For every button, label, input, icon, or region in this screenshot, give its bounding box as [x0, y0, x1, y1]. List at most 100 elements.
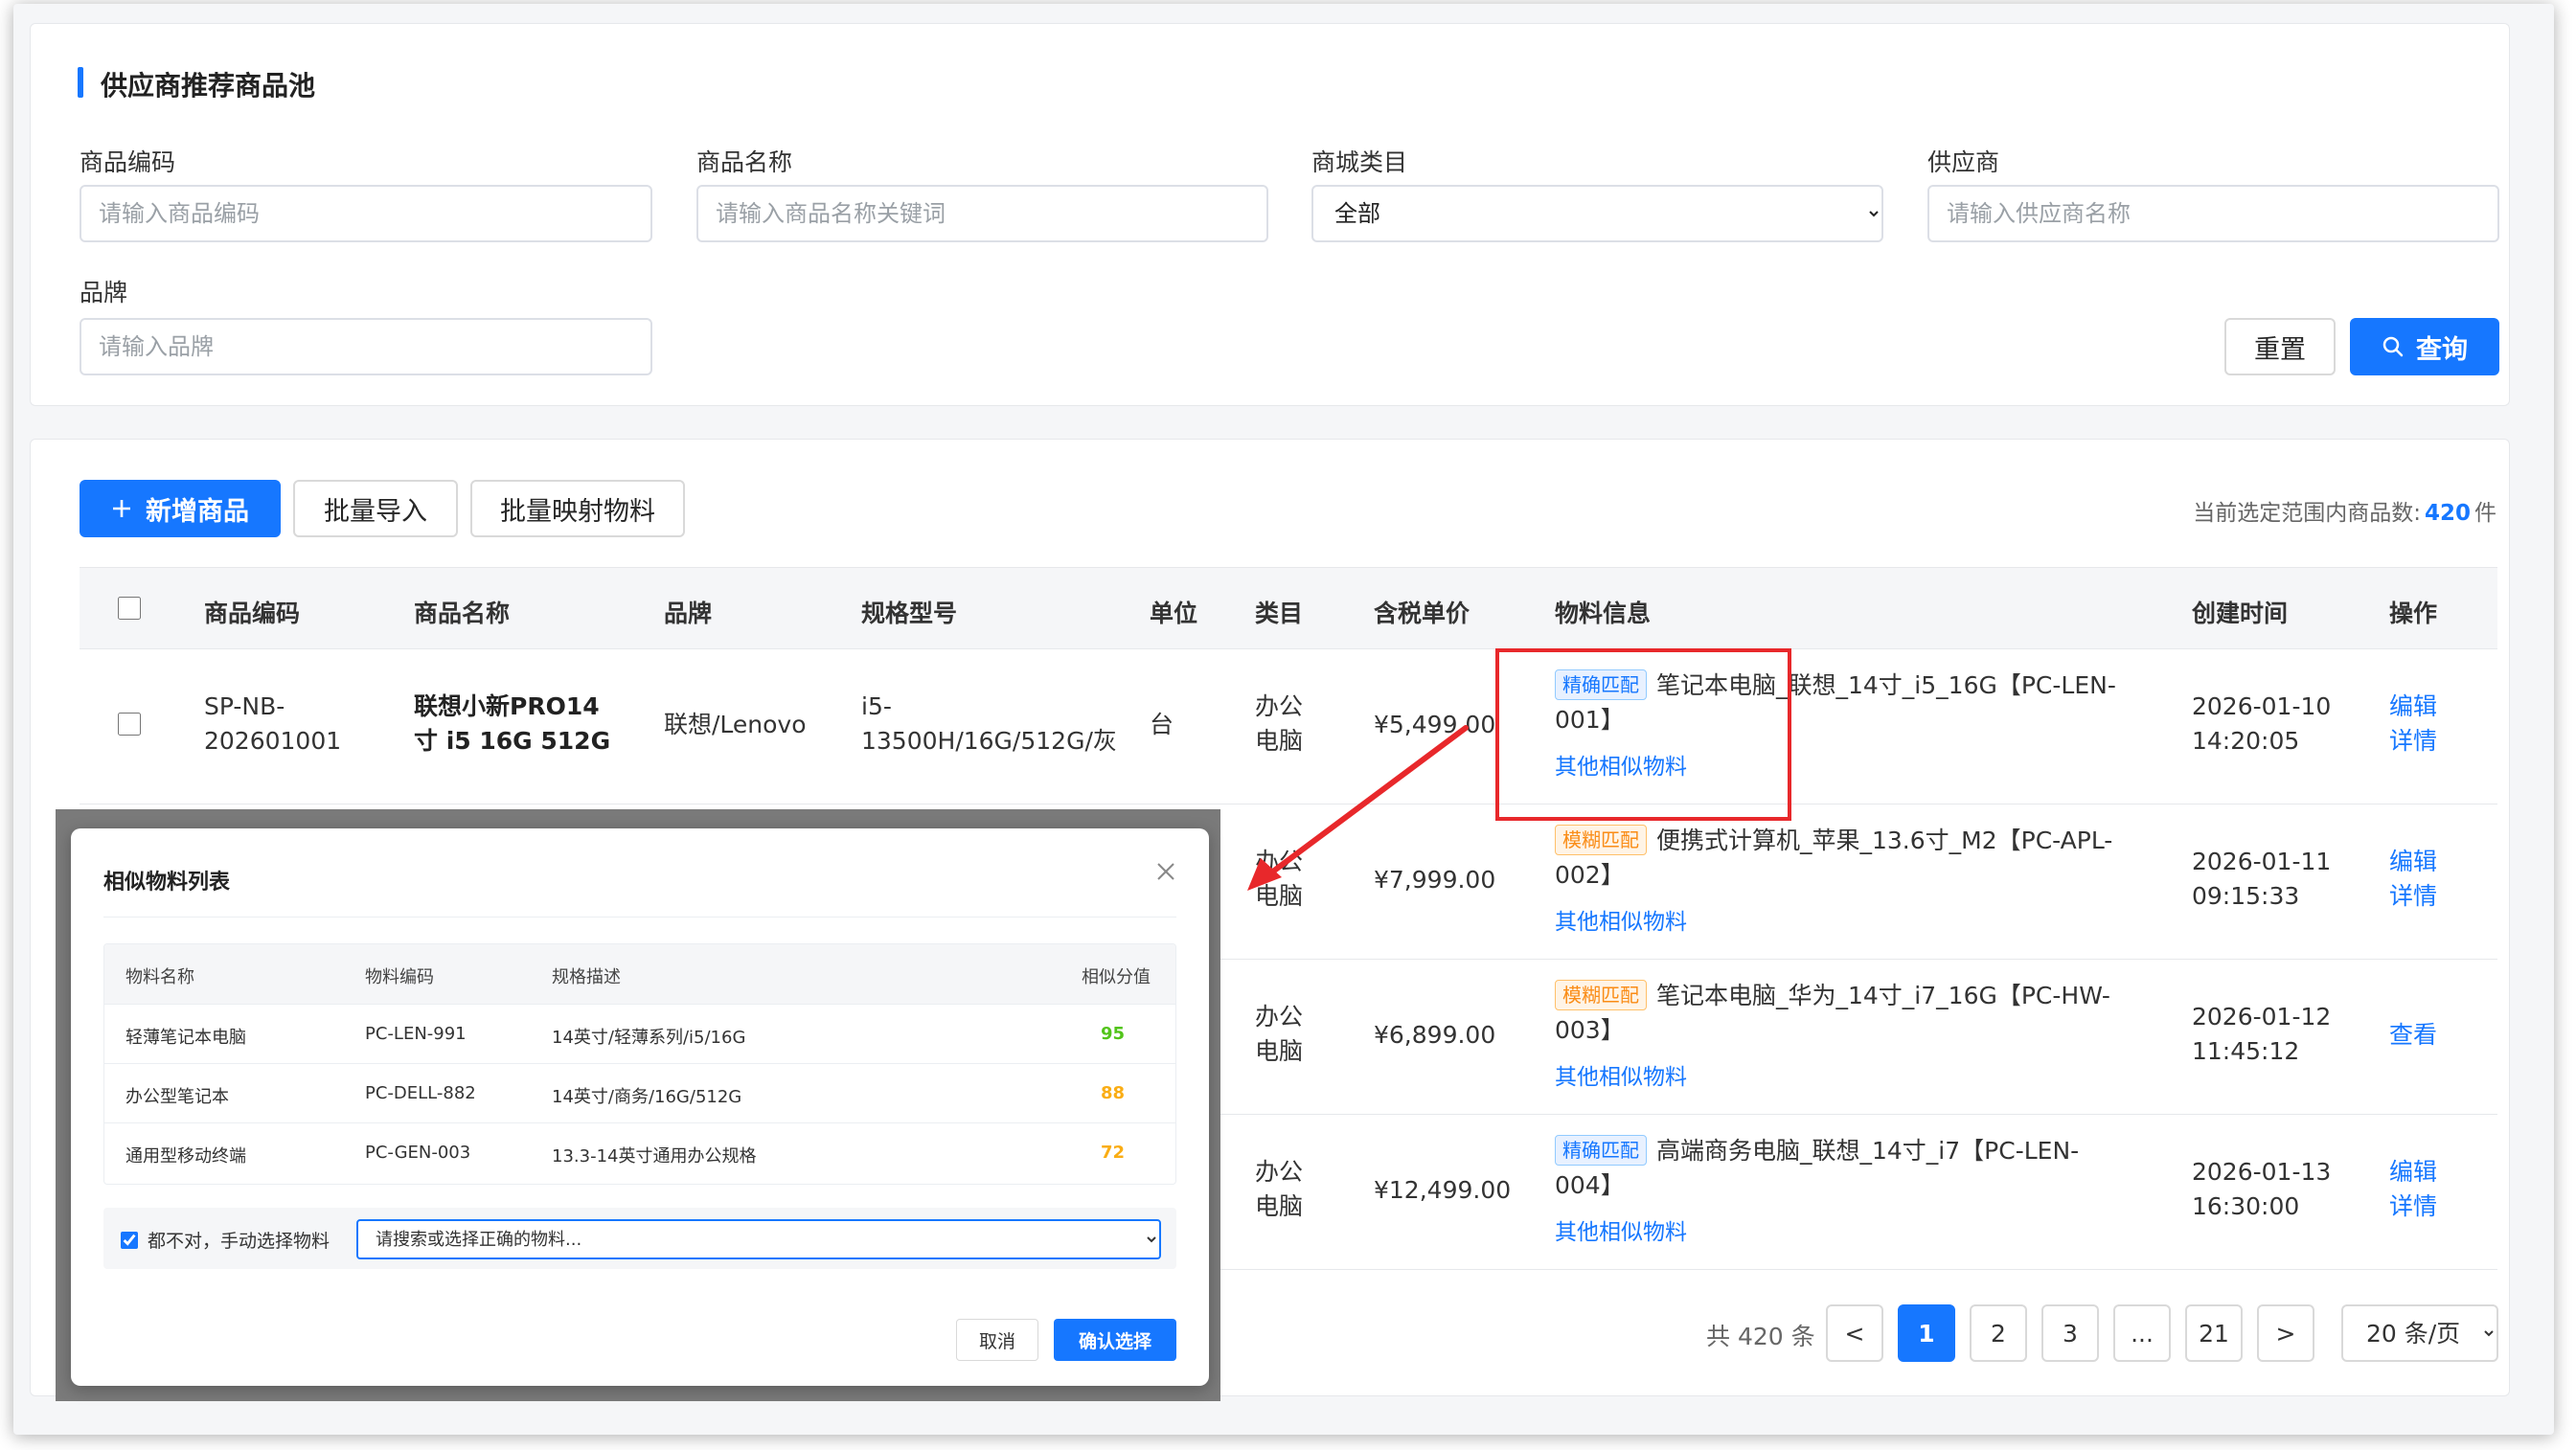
page-button-3[interactable]: 3 — [2041, 1304, 2099, 1362]
detail-link[interactable]: 详情 — [2389, 724, 2437, 759]
col-price: 含税单价 — [1374, 600, 1470, 627]
col-spec-desc: 规格描述 — [552, 967, 621, 987]
similar-material-row[interactable]: 通用型移动终端 PC-GEN-003 13.3-14英寸通用办公规格 72 — [104, 1122, 1175, 1182]
brand-filter-label: 品牌 — [80, 279, 128, 306]
row-price: ¥6,899.00 — [1374, 1021, 1496, 1049]
similar-material-row[interactable]: 办公型笔记本 PC-DELL-882 14英寸/商务/16G/512G 88 — [104, 1063, 1175, 1122]
batch-import-button[interactable]: 批量导入 — [293, 480, 458, 537]
similar-materials-modal: 相似物料列表 物料名称 物料编码 规格描述 相似分值 轻薄笔记本电脑 PC-LE… — [71, 828, 1209, 1386]
row-actions: 编辑 详情 — [2389, 845, 2437, 914]
row-material: 精确匹配 高端商务电脑_联想_14寸_i7【PC-LEN- 004】 — [1555, 1134, 2079, 1203]
product-count-value: 420 — [2424, 501, 2471, 526]
col-name: 商品名称 — [414, 600, 511, 627]
next-page-button[interactable]: > — [2257, 1304, 2314, 1362]
row-created-date: 2026-01-12 — [2192, 1003, 2332, 1031]
similarity-score: 88 — [1101, 1083, 1126, 1103]
manual-material-select[interactable]: 请搜索或选择正确的物料... — [356, 1219, 1161, 1259]
similar-materials-link[interactable]: 其他相似物料 — [1555, 903, 1687, 936]
row-category-line: 电脑 — [1255, 1192, 1304, 1220]
edit-link[interactable]: 编辑 — [2389, 845, 2437, 879]
material-code-tail: 002】 — [1555, 861, 1625, 889]
batch-map-material-button[interactable]: 批量映射物料 — [470, 480, 685, 537]
pagination-total: 共 420 条 — [1706, 1323, 1815, 1350]
brand-filter-input[interactable] — [80, 318, 652, 375]
col-created: 创建时间 — [2192, 600, 2289, 627]
edit-link[interactable]: 编辑 — [2389, 690, 2437, 724]
detail-link[interactable]: 详情 — [2389, 1189, 2437, 1224]
row-checkbox[interactable] — [118, 713, 141, 736]
row-code-line: 202601001 — [204, 727, 342, 755]
title-accent-bar — [78, 67, 83, 98]
row-created: 2026-01-13 16:30:00 — [2192, 1155, 2331, 1224]
plus-icon — [113, 500, 130, 517]
material-code: PC-GEN-003 — [365, 1143, 471, 1163]
supplier-filter-label: 供应商 — [1927, 148, 2000, 176]
row-unit: 台 — [1150, 711, 1174, 738]
row-created-time: 14:20:05 — [2192, 727, 2300, 755]
page-button-2[interactable]: 2 — [1970, 1304, 2027, 1362]
row-material: 模糊匹配 便携式计算机_苹果_13.6寸_M2【PC-APL- 002】 — [1555, 824, 2112, 893]
product-count-unit: 件 — [2474, 501, 2496, 526]
manual-select-checkbox[interactable] — [121, 1231, 138, 1249]
arrow-annotation — [1247, 725, 1469, 891]
row-spec-line: i5- — [861, 692, 892, 720]
code-filter-input[interactable] — [80, 185, 652, 242]
supplier-filter-input[interactable] — [1927, 185, 2499, 242]
name-filter-label: 商品名称 — [696, 148, 793, 176]
page-size-select[interactable]: 20 条/页 — [2341, 1304, 2498, 1362]
row-code-line: SP-NB- — [204, 692, 285, 720]
manual-select-toggle[interactable]: 都不对，手动选择物料 — [121, 1227, 330, 1253]
row-brand: 联想/Lenovo — [664, 711, 807, 738]
material-spec: 13.3-14英寸通用办公规格 — [552, 1146, 757, 1167]
similar-materials-link[interactable]: 其他相似物料 — [1555, 1213, 1687, 1246]
row-created-date: 2026-01-13 — [2192, 1158, 2332, 1186]
col-unit: 单位 — [1150, 600, 1198, 627]
edit-link[interactable]: 编辑 — [2389, 1155, 2437, 1189]
material-name: 便携式计算机_苹果_13.6寸_M2【PC-APL- — [1656, 827, 2113, 854]
row-created-date: 2026-01-11 — [2192, 848, 2332, 875]
row-created-time: 16:30:00 — [2192, 1192, 2300, 1220]
col-material-code: 物料编码 — [365, 967, 434, 987]
fuzzy-match-tag: 模糊匹配 — [1555, 825, 1647, 855]
manual-select-section: 都不对，手动选择物料 请搜索或选择正确的物料... — [103, 1208, 1176, 1269]
similar-materials-link[interactable]: 其他相似物料 — [1555, 1058, 1687, 1091]
row-actions: 编辑 详情 — [2389, 1155, 2437, 1224]
product-count-prefix: 当前选定范围内商品数: — [2193, 501, 2421, 526]
category-filter-label: 商城类目 — [1311, 148, 1408, 176]
row-spec-line: 13500H/16G/512G/灰 — [861, 727, 1117, 755]
add-product-button[interactable]: 新增商品 — [80, 480, 281, 537]
view-link[interactable]: 查看 — [2389, 1018, 2437, 1053]
table-header: 商品编码 商品名称 品牌 规格型号 单位 类目 含税单价 物料信息 创建时间 操… — [80, 567, 2497, 649]
search-icon — [2382, 336, 2404, 357]
row-created: 2026-01-12 11:45:12 — [2192, 1000, 2331, 1069]
select-all-checkbox[interactable] — [118, 597, 141, 620]
code-filter-label: 商品编码 — [80, 148, 176, 176]
material-spec: 14英寸/商务/16G/512G — [552, 1087, 742, 1107]
add-product-label: 新增商品 — [146, 496, 249, 527]
col-brand: 品牌 — [664, 600, 713, 627]
material-name: 办公型笔记本 — [125, 1087, 229, 1107]
col-similarity-score: 相似分值 — [1082, 967, 1151, 987]
page-ellipsis[interactable]: ... — [2113, 1304, 2171, 1362]
row-price: ¥12,499.00 — [1374, 1176, 1512, 1204]
category-filter-select[interactable]: 全部 — [1311, 185, 1883, 242]
row-material: 模糊匹配 笔记本电脑_华为_14寸_i7_16G【PC-HW- 003】 — [1555, 979, 2110, 1048]
detail-link[interactable]: 详情 — [2389, 879, 2437, 914]
product-count: 当前选定范围内商品数: 420 件 — [2193, 494, 2496, 527]
modal-table-header: 物料名称 物料编码 规格描述 相似分值 — [104, 944, 1175, 1004]
page-button-21[interactable]: 21 — [2185, 1304, 2243, 1362]
name-filter-input[interactable] — [696, 185, 1268, 242]
page-button-1[interactable]: 1 — [1898, 1304, 1955, 1362]
close-icon[interactable] — [1151, 857, 1180, 886]
search-button[interactable]: 查询 — [2350, 318, 2499, 375]
prev-page-button[interactable]: < — [1826, 1304, 1883, 1362]
similar-material-row[interactable]: 轻薄笔记本电脑 PC-LEN-991 14英寸/轻薄系列/i5/16G 95 — [104, 1004, 1175, 1063]
reset-button[interactable]: 重置 — [2224, 318, 2336, 375]
cancel-button[interactable]: 取消 — [956, 1319, 1038, 1361]
confirm-select-button[interactable]: 确认选择 — [1054, 1319, 1176, 1361]
annotation-highlight-box — [1495, 648, 1791, 821]
row-created-date: 2026-01-10 — [2192, 692, 2332, 720]
similarity-score: 72 — [1101, 1143, 1126, 1163]
row-category-line: 办公 — [1255, 1158, 1304, 1186]
row-name: 联想小新PRO14 寸 i5 16G 512G — [414, 690, 610, 759]
